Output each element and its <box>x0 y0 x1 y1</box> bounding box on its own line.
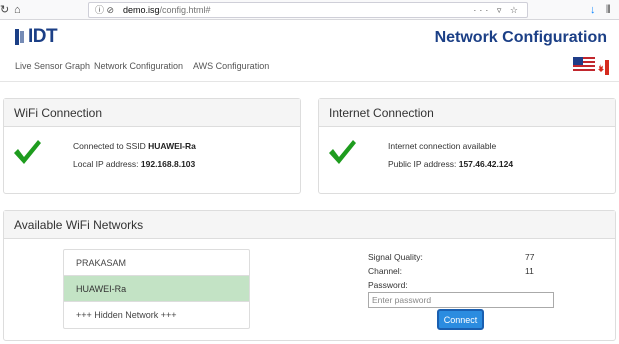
page-title: Network Configuration <box>434 29 607 46</box>
internet-status-line: Internet connection available <box>388 141 497 151</box>
internet-connection-heading: Internet Connection <box>319 99 615 127</box>
url-bar[interactable]: ⓘ ⊘ demo.isg/config.html# ··· ▿ ☆ <box>88 2 528 18</box>
main-nav: Live Sensor Graph Network Configuration … <box>0 56 619 82</box>
page-actions-icon[interactable]: ··· ▿ ☆ <box>473 4 521 17</box>
password-input[interactable] <box>368 292 554 308</box>
network-item-hidden[interactable]: +++ Hidden Network +++ <box>64 302 249 328</box>
internet-status-text: Internet connection available Public IP … <box>388 137 513 173</box>
download-icon[interactable]: ↓ <box>590 3 596 17</box>
password-label: Password: <box>368 280 408 290</box>
wifi-status-text: Connected to SSID HUAWEI-Ra Local IP add… <box>73 137 196 173</box>
wifi-ip-value: 192.168.8.103 <box>140 159 196 169</box>
url-host: demo.isg <box>123 5 160 15</box>
internet-check-icon <box>327 137 357 167</box>
wifi-ssid-value: HUAWEI-Ra <box>148 141 196 151</box>
connect-button[interactable]: Connect <box>437 309 484 330</box>
browser-toolbar: ↻ ⌂ ⓘ ⊘ demo.isg/config.html# ··· ▿ ☆ ↓ … <box>0 0 619 20</box>
network-item-huawei-ra[interactable]: HUAWEI-Ra <box>64 276 249 302</box>
wifi-ip-line: Local IP address: 192.168.8.103 <box>73 155 196 173</box>
logo-text: IDT <box>28 26 58 47</box>
language-flag-icon[interactable] <box>573 57 609 77</box>
internet-ip-prefix: Public IP address: <box>388 159 459 169</box>
internet-ip-line: Public IP address: 157.46.42.124 <box>388 155 513 173</box>
idt-logo[interactable]: IDT <box>14 26 58 48</box>
internet-ip-value: 157.46.42.124 <box>458 159 514 169</box>
wifi-connection-heading: WiFi Connection <box>4 99 300 127</box>
nav-live-sensor-graph[interactable]: Live Sensor Graph <box>15 61 90 71</box>
wifi-check-icon <box>12 137 42 167</box>
network-list: PRAKASAM HUAWEI-Ra +++ Hidden Network ++… <box>63 249 250 329</box>
channel-label: Channel: <box>368 266 403 276</box>
nav-network-configuration[interactable]: Network Configuration <box>94 61 183 71</box>
wifi-ssid-prefix: Connected to SSID <box>73 141 149 151</box>
home-icon[interactable]: ⌂ <box>14 3 21 17</box>
url-text[interactable]: demo.isg/config.html# <box>123 4 211 17</box>
idt-logo-mark <box>14 27 26 47</box>
channel-value: 11 <box>525 266 534 276</box>
available-networks-heading: Available WiFi Networks <box>4 211 615 239</box>
signal-quality-value: 77 <box>525 252 535 262</box>
signal-quality-label: Signal Quality: <box>368 252 423 262</box>
library-icon[interactable]: ⫴ <box>606 3 611 17</box>
url-path: /config.html# <box>159 5 211 15</box>
network-item-prakasam[interactable]: PRAKASAM <box>64 250 249 276</box>
reload-icon[interactable]: ↻ <box>0 3 9 17</box>
nav-aws-configuration[interactable]: AWS Configuration <box>193 61 269 71</box>
wifi-ip-prefix: Local IP address: <box>73 159 141 169</box>
info-icon[interactable]: ⓘ ⊘ <box>95 4 114 17</box>
wifi-ssid-line: Connected to SSID HUAWEI-Ra <box>73 137 196 155</box>
